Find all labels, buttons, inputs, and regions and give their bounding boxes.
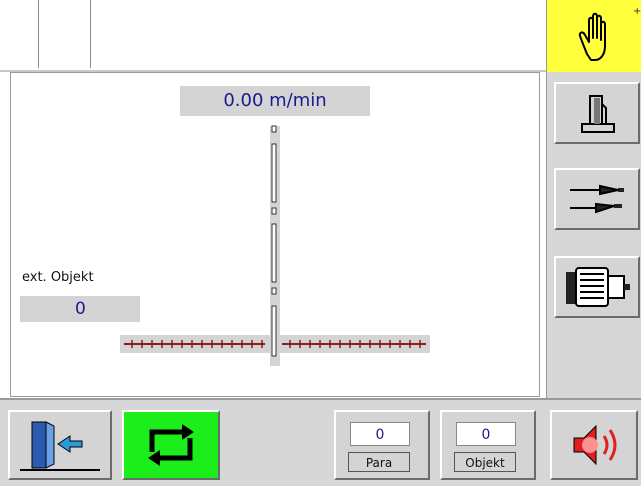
right-toolbar: + xyxy=(546,0,641,400)
top-status-bar xyxy=(0,0,546,72)
bottom-toolbar: 0 Para 0 Objekt xyxy=(0,398,641,486)
tools-icon xyxy=(570,184,624,214)
status-cell-1 xyxy=(0,0,39,68)
tools-button[interactable] xyxy=(554,168,640,230)
manual-mode-indicator[interactable]: + xyxy=(547,0,641,72)
machine-head-icon xyxy=(581,95,615,133)
speed-display: 0.00 m/min xyxy=(180,86,370,116)
position-scale xyxy=(120,125,430,366)
sound-icon xyxy=(573,424,617,466)
para-label: Para xyxy=(348,452,410,472)
screen: 0.00 m/min ext. Objekt 0 + 0 Para 0 Obje… xyxy=(0,0,641,486)
vertical-segments xyxy=(271,125,277,357)
para-counter-button[interactable]: 0 Para xyxy=(334,410,430,480)
objekt-counter-button[interactable]: 0 Objekt xyxy=(440,410,536,480)
cycle-arrows-icon xyxy=(148,424,194,466)
para-count: 0 xyxy=(350,422,410,446)
exit-door-icon xyxy=(20,421,100,471)
cycle-button[interactable] xyxy=(122,410,220,480)
motor-button[interactable] xyxy=(554,256,640,318)
ext-object-value: 0 xyxy=(20,296,140,322)
hand-icon: + xyxy=(578,6,641,61)
exit-button[interactable] xyxy=(8,410,112,480)
objekt-label: Objekt xyxy=(454,452,516,472)
ext-object-label: ext. Objekt xyxy=(22,270,94,285)
svg-text:+: + xyxy=(633,6,641,17)
sound-button[interactable] xyxy=(550,410,638,480)
motor-icon xyxy=(566,267,630,307)
objekt-count: 0 xyxy=(456,422,516,446)
machine-head-button[interactable] xyxy=(554,82,640,144)
status-cell-2 xyxy=(38,0,91,68)
